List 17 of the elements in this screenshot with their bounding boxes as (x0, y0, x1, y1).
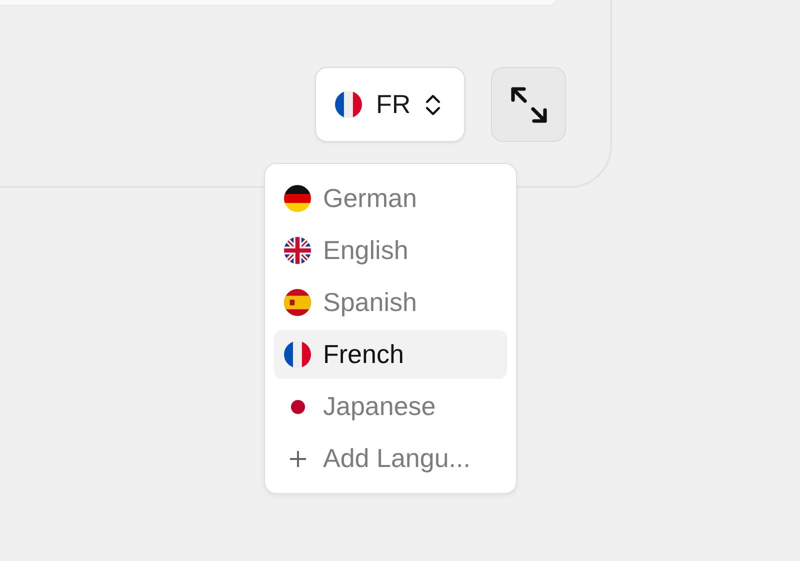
chevron-up-down-icon (424, 92, 441, 116)
expand-button[interactable] (491, 67, 566, 142)
language-item[interactable]: Japanese (274, 382, 507, 431)
language-item[interactable]: German (274, 174, 507, 223)
language-selector[interactable]: FR (315, 67, 465, 142)
add-language-item[interactable]: Add Langu... (274, 434, 507, 483)
flag-icon (284, 341, 311, 368)
flag-icon (290, 400, 304, 414)
flag-icon (284, 185, 311, 212)
language-item[interactable]: English (274, 226, 507, 275)
plus-icon (290, 450, 306, 466)
expand-icon (510, 86, 548, 124)
language-item[interactable]: French (274, 330, 507, 379)
flag-icon (284, 237, 311, 264)
flag-icon (284, 289, 311, 316)
language-item[interactable]: Spanish (274, 278, 507, 327)
flag-icon (335, 91, 362, 118)
